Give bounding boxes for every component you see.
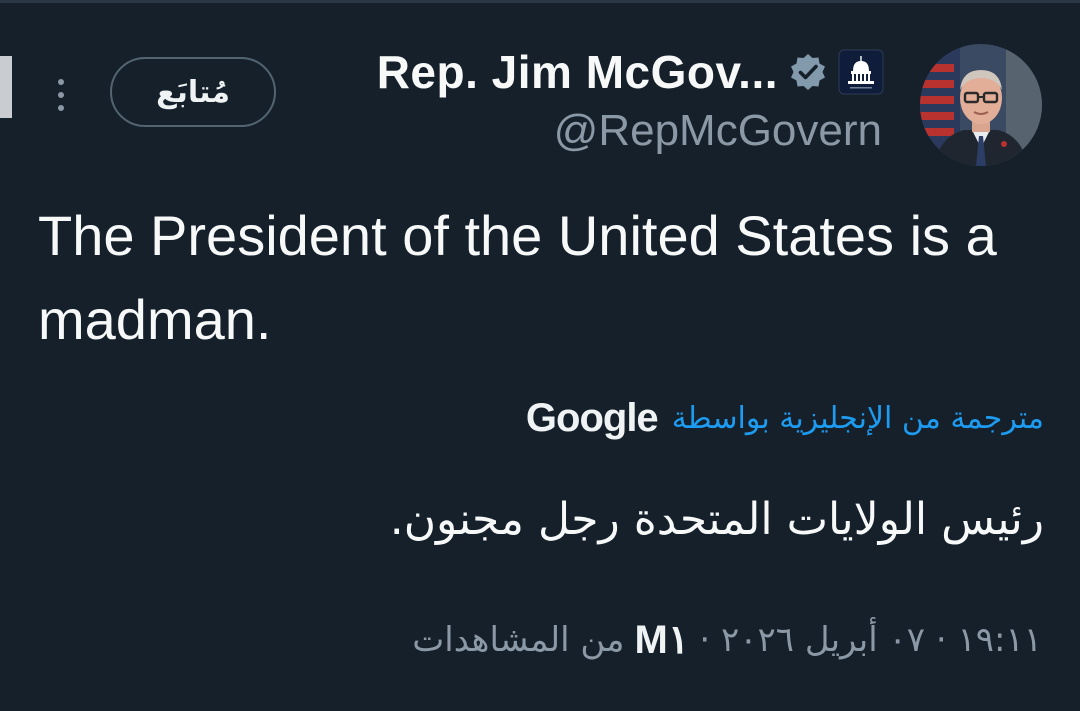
- author-handle[interactable]: @RepMcGovern: [554, 106, 882, 156]
- author-display-name[interactable]: Rep. Jim McGov...: [377, 45, 778, 99]
- tweet-text: The President of the United States is a …: [38, 204, 997, 351]
- translated-tweet-text: رئيس الولايات المتحدة رجل مجنون.: [389, 494, 1044, 545]
- more-options-button[interactable]: [48, 70, 74, 120]
- views-label: من المشاهدات: [412, 620, 625, 660]
- tweet-metadata: ١٩:١١ · ٠٧ أبريل ٢٠٢٦ · M١ من المشاهدات: [412, 608, 1042, 672]
- more-vertical-icon-dot: [58, 92, 64, 98]
- views-count: M١: [634, 618, 690, 662]
- top-divider: [0, 0, 1080, 3]
- translation-attribution: Google مترجمة من الإنجليزية بواسطة: [526, 390, 1044, 446]
- verified-badge-icon[interactable]: [788, 52, 828, 92]
- more-vertical-icon-dot: [58, 105, 64, 111]
- following-button[interactable]: مُتابَع: [110, 57, 276, 127]
- google-logo: Google: [525, 395, 659, 440]
- more-vertical-icon: [58, 79, 64, 85]
- avatar[interactable]: [920, 44, 1042, 166]
- capitol-dome-icon[interactable]: [838, 49, 884, 95]
- translated-by-link[interactable]: مترجمة من الإنجليزية بواسطة: [672, 401, 1044, 436]
- scroll-indicator: [0, 56, 12, 118]
- tweet-timestamp[interactable]: ١٩:١١ · ٠٧ أبريل ٢٠٢٦ ·: [699, 620, 1042, 660]
- author-name-row: Rep. Jim McGov...: [377, 42, 884, 102]
